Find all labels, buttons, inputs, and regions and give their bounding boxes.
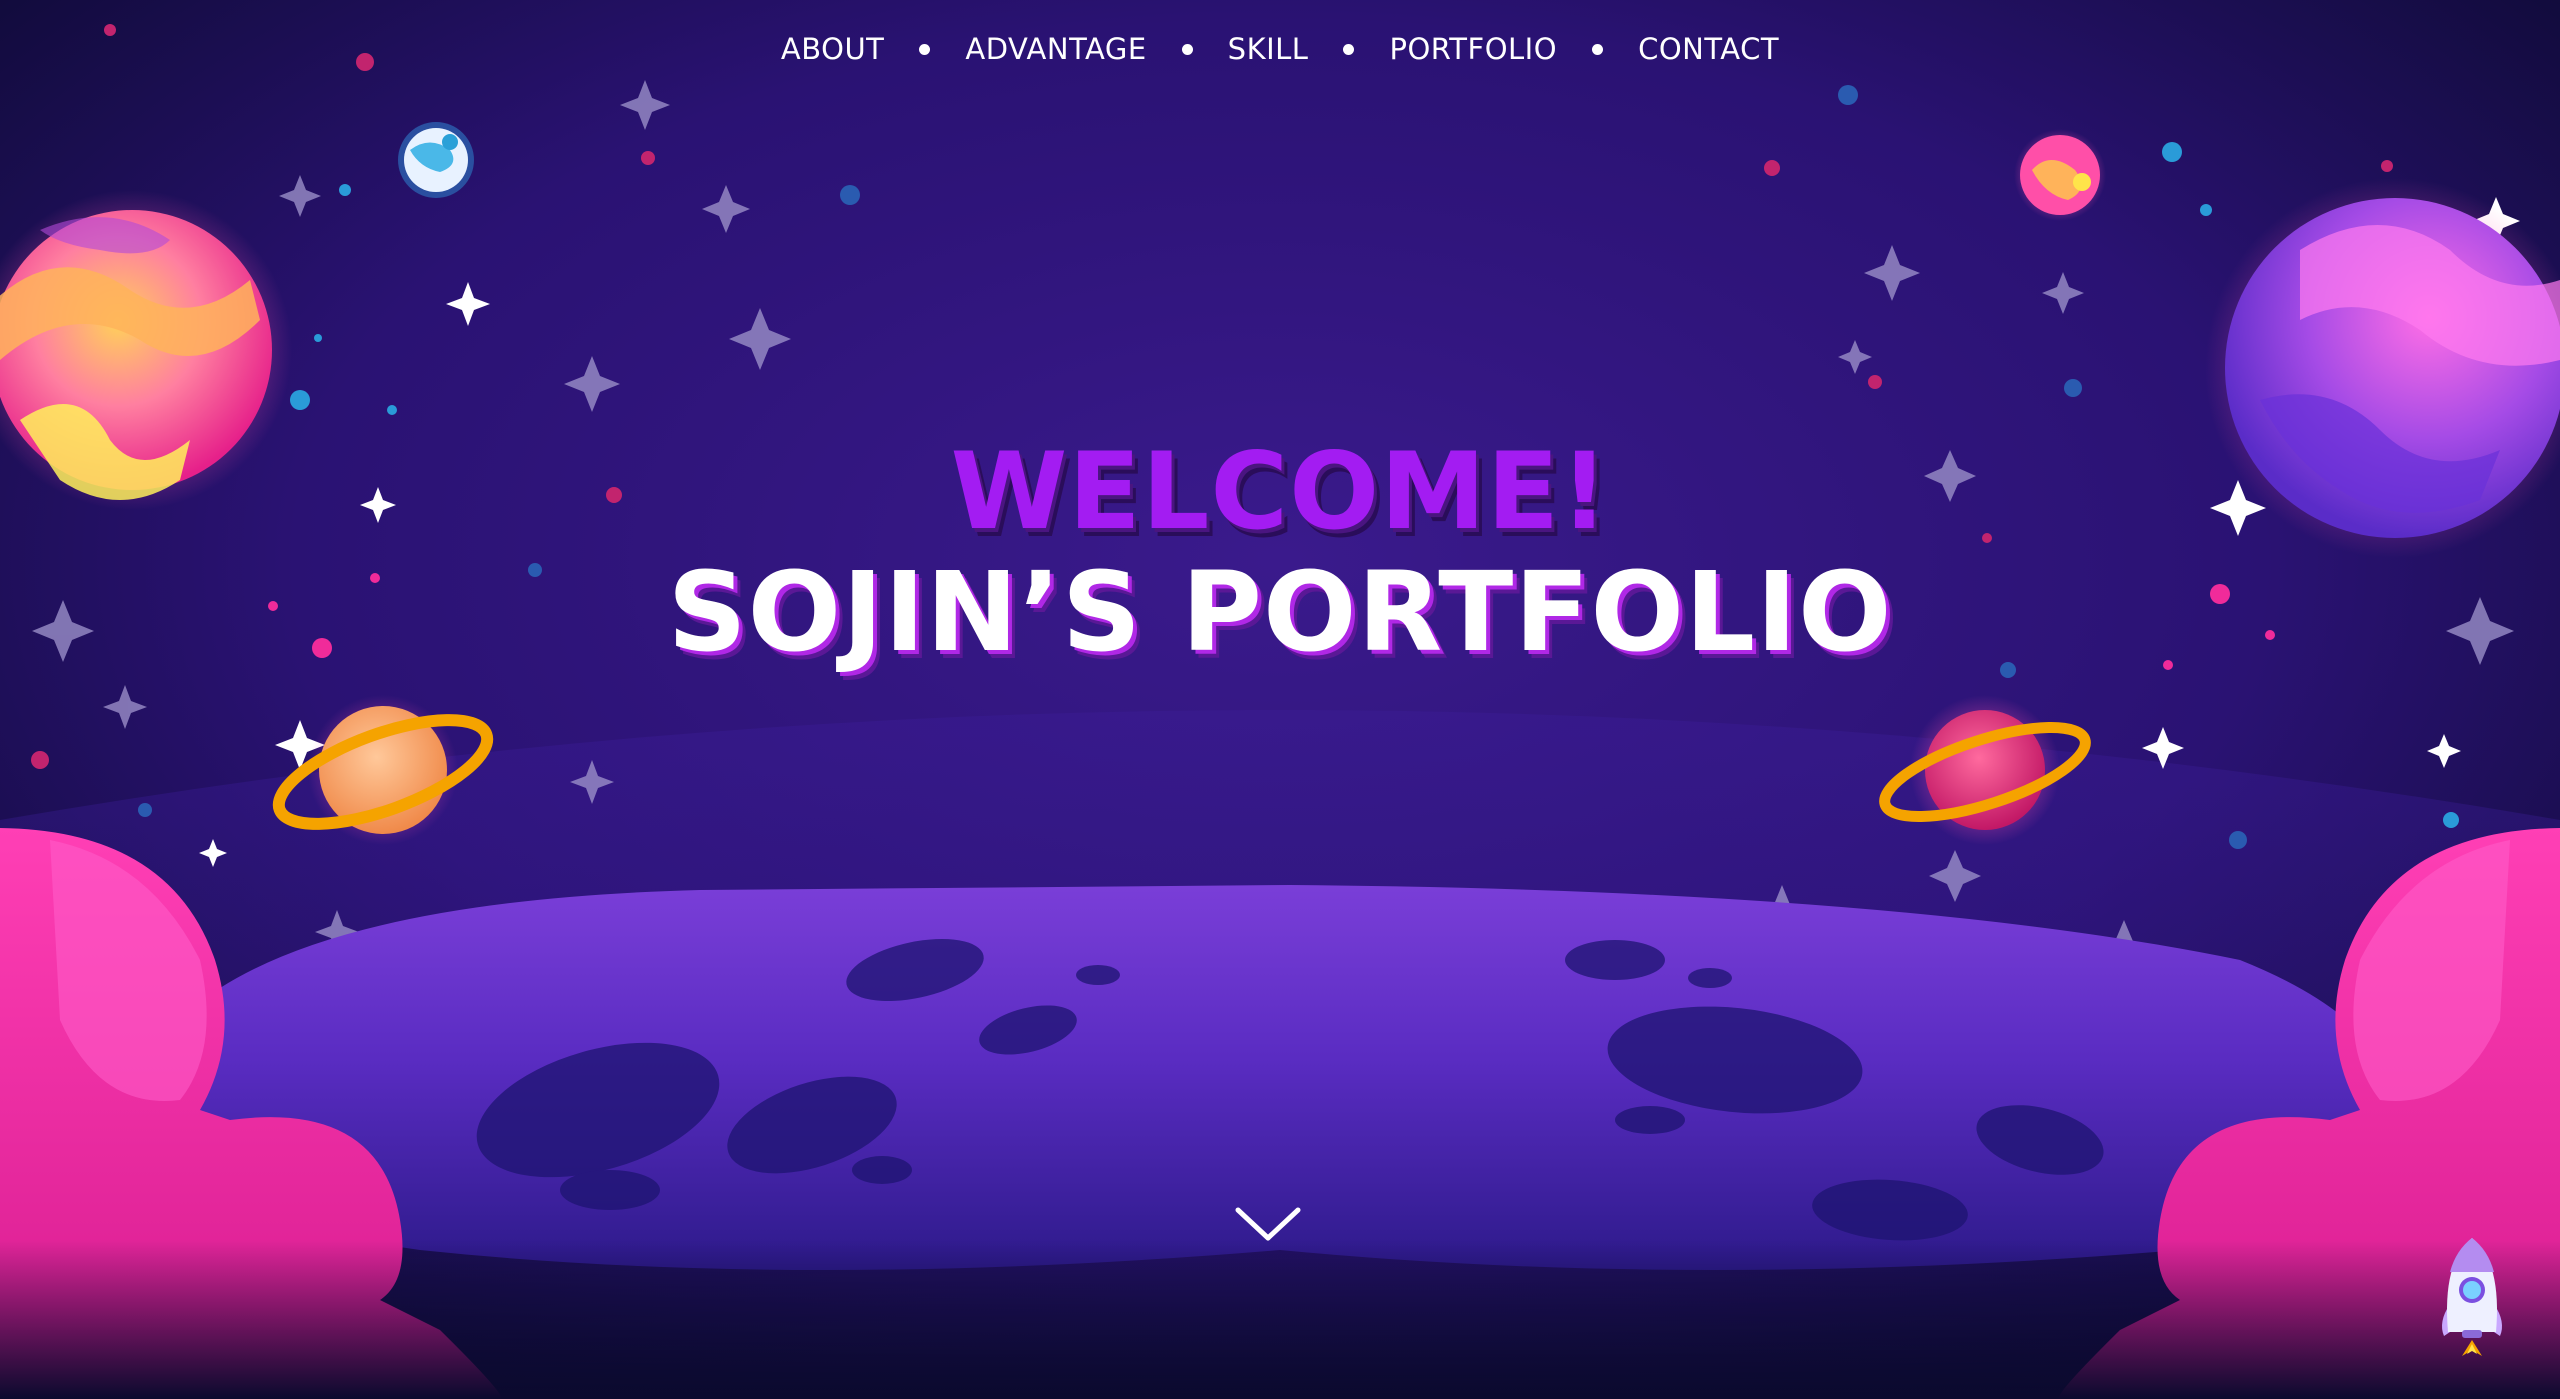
main-nav: ABOUT ADVANTAGE SKILL PORTFOLIO CONTACT [0,28,2560,70]
rocket-icon[interactable] [2432,1232,2512,1362]
nav-item-contact[interactable]: CONTACT [1638,28,1779,70]
nav-item-skill[interactable]: SKILL [1228,28,1309,70]
nav-separator-dot [1343,43,1355,55]
chevron-down-icon[interactable] [1232,1200,1304,1248]
portfolio-title: SOJIN’S PORTFOLIO [667,548,1893,676]
nav-item-portfolio[interactable]: PORTFOLIO [1389,28,1557,70]
welcome-heading: WELCOME! [950,430,1610,553]
space-background [0,0,2560,1399]
nav-separator-dot [919,43,931,55]
nav-item-about[interactable]: ABOUT [781,28,885,70]
nav-separator-dot [1181,43,1193,55]
nav-separator-dot [1592,43,1604,55]
nav-item-advantage[interactable]: ADVANTAGE [965,28,1146,70]
